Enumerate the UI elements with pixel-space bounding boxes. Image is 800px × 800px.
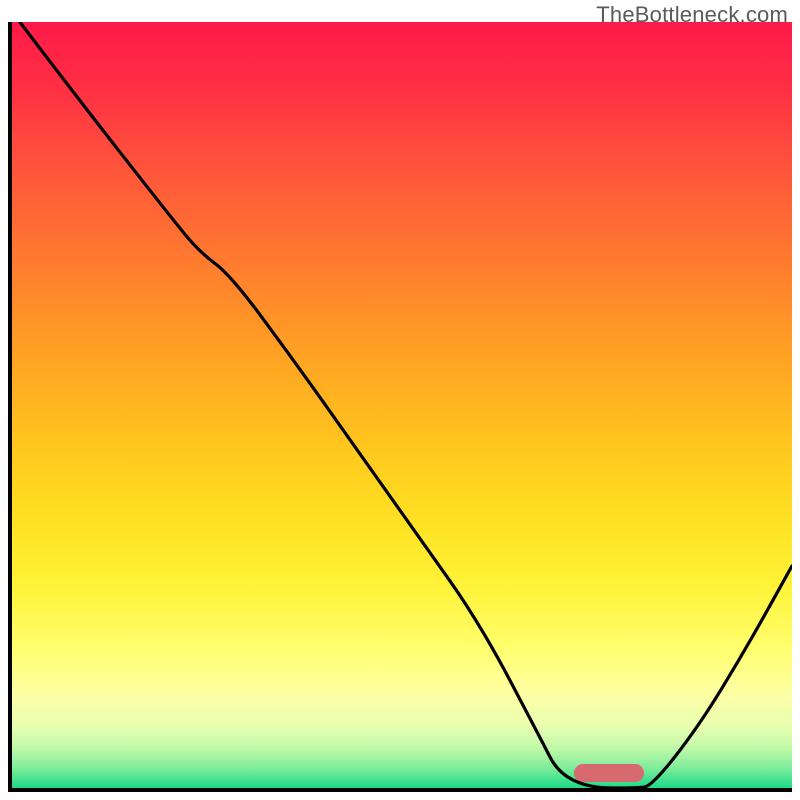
background-heat-gradient xyxy=(12,22,792,788)
optimal-range-marker xyxy=(574,764,644,782)
chart-plot-area xyxy=(12,22,792,788)
watermark-text: TheBottleneck.com xyxy=(596,2,788,28)
